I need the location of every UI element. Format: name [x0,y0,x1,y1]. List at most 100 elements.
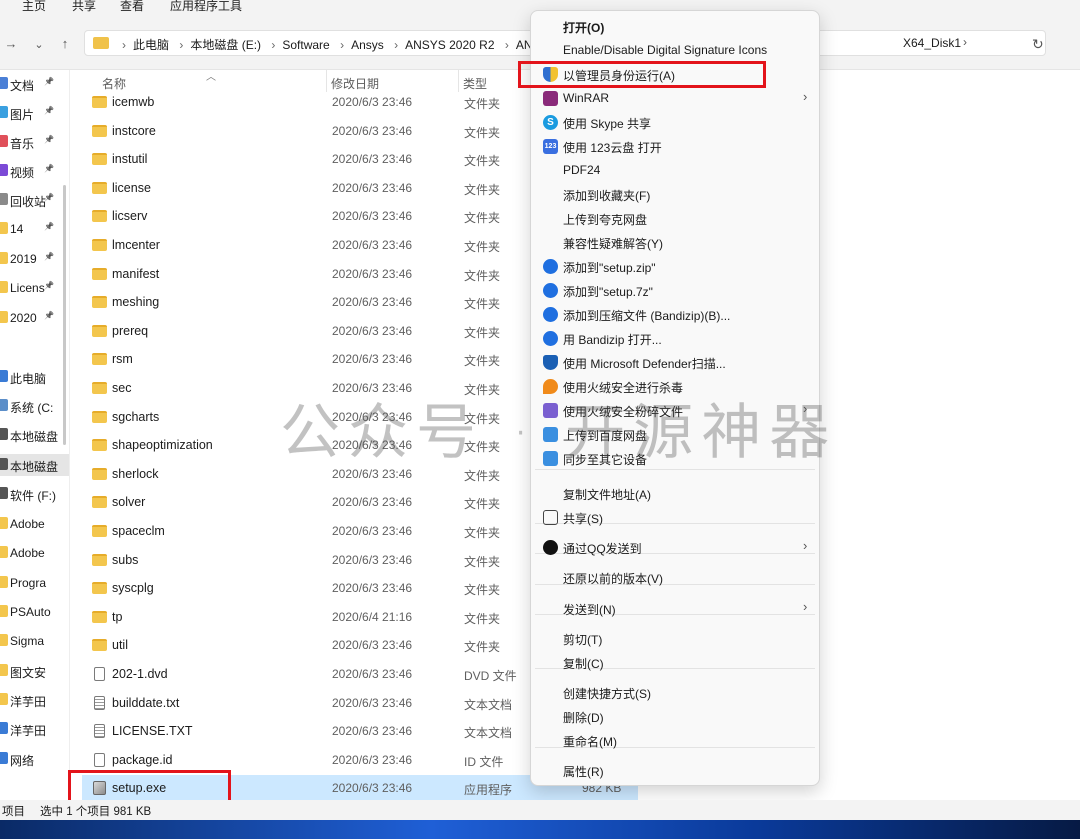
menu-item[interactable]: 属性(R) [535,758,815,782]
nav-item-label: 文档 [10,79,35,93]
file-date: 2020/6/3 23:46 [332,295,413,310]
chevron-right-icon: › [394,38,399,52]
menu-item-label: 通过QQ发送到 [563,542,642,556]
menu-item[interactable]: S 使用 Skype 共享 [535,110,815,134]
menu-item[interactable]: 使用 Microsoft Defender扫描... [535,350,815,374]
folder-icon [92,210,107,223]
menu-item[interactable]: 共享(S) [535,505,815,529]
crumb-software[interactable]: Software [282,38,329,52]
file-type: 文件夹 [464,325,501,340]
menu-item[interactable]: 添加到"setup.zip" [535,254,815,278]
nav-item[interactable]: 视频 📌 [0,160,69,182]
nav-item-icon [0,605,8,617]
file-date: 2020/6/3 23:46 [332,552,413,567]
nav-item[interactable]: 本地磁盘 [0,454,69,476]
file-name: licserv [112,209,148,224]
tab-app-tools[interactable]: 应用程序工具 [170,0,242,14]
bandizip-icon [543,283,558,298]
menu-item[interactable]: 123 使用 123云盘 打开 [535,134,815,158]
menu-item[interactable]: 复制文件地址(A) [535,481,815,505]
nav-item[interactable]: PSAuto [0,601,69,623]
refresh-icon[interactable]: ↻ [1032,36,1044,53]
folder-icon [92,296,107,309]
nav-item[interactable]: 此电脑 [0,366,69,388]
file-type: 文件夹 [464,640,501,655]
file-type: 文件夹 [464,354,501,369]
cloud123-icon: 123 [543,139,558,154]
menu-item[interactable]: 添加到压缩文件 (Bandizip)(B)... [535,302,815,326]
nav-item-label: 音乐 [10,137,35,151]
file-name: builddate.txt [112,695,180,710]
nav-item[interactable]: 图文安 [0,660,69,682]
nav-item[interactable]: 2020 📌 [0,307,69,329]
menu-item-label: 上传到夸克网盘 [563,213,648,227]
nav-item[interactable]: 图片 📌 [0,102,69,124]
nav-item[interactable]: 回收站 📌 [0,189,69,211]
menu-item[interactable]: 兼容性疑难解答(Y) [535,230,815,254]
menu-item-label: 添加到收藏夹(F) [563,189,651,203]
menu-item[interactable]: 添加到收藏夹(F) [535,182,815,206]
up-icon[interactable]: ↑ [56,36,74,51]
nav-item[interactable]: 洋芋田 [0,689,69,711]
menu-item-label: 添加到"setup.7z" [563,285,653,299]
menu-item[interactable]: 上传到夸克网盘 [535,206,815,230]
tab-view[interactable]: 查看 [120,0,144,14]
nav-item[interactable]: 音乐 📌 [0,131,69,153]
nav-item[interactable]: Licens 📌 [0,277,69,299]
nav-item[interactable]: Adobe [0,542,69,564]
file-date: 2020/6/3 23:46 [332,266,413,281]
menu-item[interactable]: 添加到"setup.7z" [535,278,815,302]
file-name: solver [112,495,146,510]
nav-item-icon [0,546,8,558]
nav-item-label: 系统 (C: [10,401,54,415]
crumb-ansys[interactable]: Ansys [351,38,384,52]
nav-item[interactable]: 系统 (C: [0,395,69,417]
crumb-drive-e[interactable]: 本地磁盘 (E:) [190,38,261,52]
nav-item[interactable]: 文档 📌 [0,73,69,95]
recent-dropdown-icon[interactable]: ⌄ [30,38,48,51]
file-name: icemwb [112,95,155,109]
file-date: 2020/6/3 23:46 [332,695,413,710]
menu-item[interactable]: 剪切(T) [535,626,815,650]
folder-icon [92,525,107,537]
nav-item[interactable]: 网络 [0,748,69,770]
menu-item[interactable]: 通过QQ发送到 › [535,535,815,559]
file-name: license [112,180,151,195]
menu-item[interactable]: 打开(O) [535,14,815,38]
crumb-this-pc[interactable]: 此电脑 [133,38,169,52]
nav-item-icon [0,722,8,734]
folder-icon [92,124,107,137]
menu-item[interactable]: 重命名(M) [535,728,815,752]
nav-item[interactable]: 洋芋田 [0,718,69,740]
nav-item[interactable]: 2019 📌 [0,248,69,270]
menu-item[interactable]: 复制(C) [535,650,815,674]
tab-home[interactable]: 主页 [22,0,46,14]
nav-item[interactable]: 软件 (F:) [0,483,69,505]
menu-item[interactable]: PDF24 [535,158,815,182]
nav-item[interactable]: 14 📌 [0,218,69,240]
menu-item[interactable]: 创建快捷方式(S) [535,680,815,704]
chevron-right-icon: › [122,38,126,52]
menu-item[interactable]: 用 Bandizip 打开... [535,326,815,350]
menu-item[interactable]: 删除(D) [535,704,815,728]
menu-item[interactable]: Enable/Disable Digital Signature Icons [535,38,815,62]
tab-share[interactable]: 共享 [72,0,96,14]
forward-icon[interactable]: → [2,36,20,51]
crumb-disk1[interactable]: X64_Disk1 [903,36,961,50]
menu-item[interactable]: 还原以前的版本(V) [535,565,815,589]
menu-item[interactable]: WinRAR › [535,86,815,110]
nav-item[interactable]: 本地磁盘 [0,424,69,446]
nav-item[interactable]: Sigma [0,630,69,652]
menu-item[interactable]: 发送到(N) › [535,596,815,620]
file-name: tp [112,609,123,624]
pin-icon: 📌 [44,222,54,231]
crumb-ansys-2020[interactable]: ANSYS 2020 R2 [405,38,494,52]
menu-item-label: 属性(R) [563,765,604,779]
chevron-right-icon: › [504,38,509,52]
nav-item[interactable]: Adobe [0,513,69,535]
file-type: DVD 文件 [464,669,517,683]
nav-item-label: 此电脑 [10,372,47,386]
folder-icon [92,181,107,194]
folder-icon [92,382,107,394]
nav-item[interactable]: Progra [0,572,69,594]
